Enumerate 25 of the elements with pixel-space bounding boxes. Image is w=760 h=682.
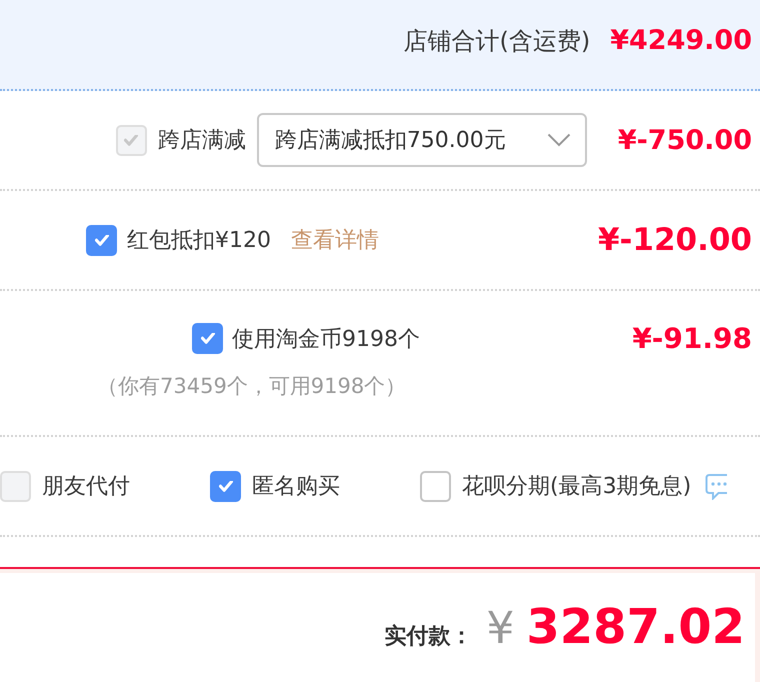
discount-amount: ¥-91.98 — [632, 323, 752, 355]
option-label: 朋友代付 — [42, 473, 130, 501]
total-amount: 3287.02 — [526, 603, 745, 651]
total-label: 实付款： — [384, 623, 472, 651]
currency-symbol: ¥ — [486, 607, 514, 651]
checkmark-icon — [200, 333, 214, 344]
checkbox[interactable] — [192, 323, 223, 354]
discount-amount: ¥-120.00 — [598, 222, 752, 258]
discount-label: 使用淘金币9198个 — [232, 326, 420, 354]
checkbox[interactable] — [210, 470, 241, 502]
coin-balance-note: （你有73459个，可用9198个） — [97, 373, 406, 399]
chat-bubble-icon[interactable] — [705, 472, 728, 500]
chevron-down-icon — [546, 133, 571, 147]
discount-label: 红包抵扣¥120 — [127, 227, 271, 255]
option-label: 花呗分期(最高3期免息) — [462, 473, 692, 501]
checkbox[interactable] — [420, 470, 451, 502]
checkmark-icon — [218, 480, 232, 492]
shop-total-label: 店铺合计(含运费) — [404, 26, 590, 56]
discount-label: 跨店满减 — [158, 127, 246, 155]
checkbox[interactable] — [86, 224, 117, 256]
discount-amount: ¥-750.00 — [618, 124, 752, 156]
option-label: 匿名购买 — [252, 473, 340, 501]
checkmark-icon — [94, 234, 108, 246]
checkmark-icon — [124, 134, 138, 146]
shop-total-amount: ¥4249.00 — [610, 25, 752, 56]
